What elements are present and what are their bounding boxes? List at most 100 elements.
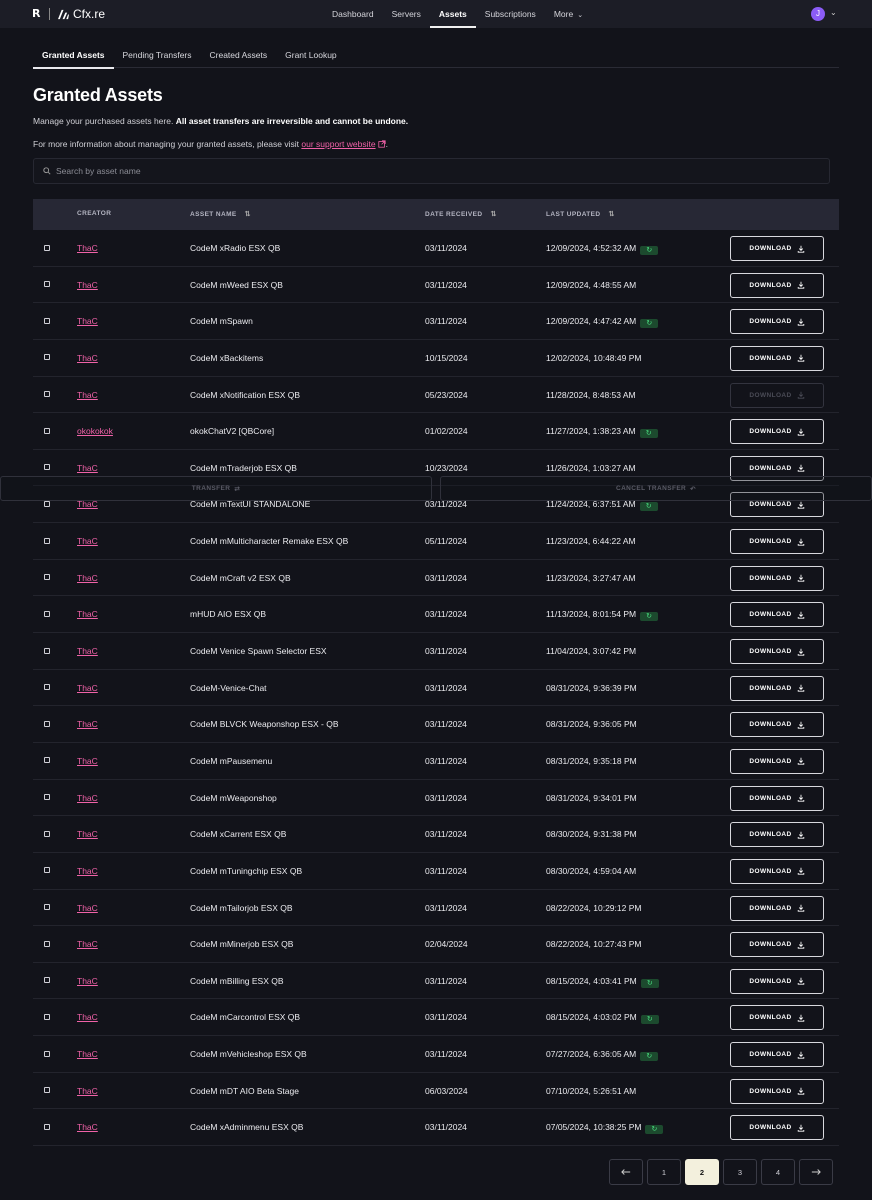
- creator-link[interactable]: ThaC: [77, 353, 98, 363]
- tab-pending-transfers[interactable]: Pending Transfers: [114, 44, 201, 68]
- page-2-button[interactable]: 2: [685, 1159, 719, 1185]
- tab-grant-lookup[interactable]: Grant Lookup: [276, 44, 346, 68]
- row-checkbox[interactable]: [44, 391, 50, 398]
- download-button[interactable]: DOWNLOAD: [730, 1078, 824, 1104]
- row-checkbox[interactable]: [44, 574, 50, 581]
- row-checkbox[interactable]: [44, 317, 50, 324]
- download-button[interactable]: DOWNLOAD: [730, 785, 824, 811]
- sort-icon[interactable]: ⇅: [609, 211, 615, 218]
- download-button[interactable]: DOWNLOAD: [730, 639, 824, 665]
- row-checkbox[interactable]: [44, 1013, 50, 1020]
- row-checkbox[interactable]: [44, 830, 50, 837]
- creator-link[interactable]: ThaC: [77, 646, 98, 656]
- creator-link[interactable]: ThaC: [77, 939, 98, 949]
- column-header-asset-name[interactable]: ASSET NAME ⇅: [190, 210, 251, 218]
- nav-dashboard[interactable]: Dashboard: [323, 0, 383, 28]
- row-checkbox[interactable]: [44, 940, 50, 947]
- creator-link[interactable]: ThaC: [77, 280, 98, 290]
- user-avatar[interactable]: J: [811, 7, 825, 21]
- support-website-link[interactable]: our support website: [301, 139, 375, 149]
- page-3-button[interactable]: 3: [723, 1159, 757, 1185]
- nav-more[interactable]: More ⌄: [545, 0, 592, 28]
- row-checkbox[interactable]: [44, 1087, 50, 1094]
- download-button[interactable]: DOWNLOAD: [730, 968, 824, 994]
- row-checkbox[interactable]: [44, 354, 50, 361]
- creator-link[interactable]: ThaC: [77, 316, 98, 326]
- download-button[interactable]: DOWNLOAD: [730, 309, 824, 335]
- sort-icon[interactable]: ⇅: [245, 211, 251, 218]
- creator-link[interactable]: ThaC: [77, 609, 98, 619]
- creator-link[interactable]: ThaC: [77, 573, 98, 583]
- download-button[interactable]: DOWNLOAD: [730, 272, 824, 298]
- row-checkbox[interactable]: [44, 281, 50, 288]
- creator-link[interactable]: ThaC: [77, 719, 98, 729]
- creator-link[interactable]: ThaC: [77, 829, 98, 839]
- row-checkbox[interactable]: [44, 464, 50, 471]
- creator-link[interactable]: ThaC: [77, 756, 98, 766]
- creator-link[interactable]: ThaC: [77, 976, 98, 986]
- column-header-last-updated[interactable]: LAST UPDATED ⇅: [546, 210, 615, 218]
- download-button[interactable]: DOWNLOAD: [730, 895, 824, 921]
- download-button[interactable]: DOWNLOAD: [730, 858, 824, 884]
- cfx-logo[interactable]: Cfx.re: [57, 7, 105, 21]
- row-checkbox[interactable]: [44, 720, 50, 727]
- creator-link[interactable]: ThaC: [77, 866, 98, 876]
- external-link-icon[interactable]: [377, 140, 386, 148]
- download-button[interactable]: DOWNLOAD: [730, 675, 824, 701]
- download-button[interactable]: DOWNLOAD: [730, 932, 824, 958]
- nav-servers[interactable]: Servers: [383, 0, 430, 28]
- creator-link[interactable]: ThaC: [77, 903, 98, 913]
- transfer-button[interactable]: TRANSFER ⇄: [0, 476, 432, 501]
- creator-link[interactable]: ThaC: [77, 390, 98, 400]
- page-1-button[interactable]: 1: [647, 1159, 681, 1185]
- download-button[interactable]: DOWNLOAD: [730, 565, 824, 591]
- download-button[interactable]: DOWNLOAD: [730, 1115, 824, 1141]
- row-checkbox[interactable]: [44, 244, 50, 251]
- creator-link[interactable]: ThaC: [77, 1049, 98, 1059]
- sort-icon[interactable]: ⇅: [490, 211, 496, 218]
- row-checkbox[interactable]: [44, 500, 50, 507]
- row-checkbox[interactable]: [44, 647, 50, 654]
- row-checkbox[interactable]: [44, 757, 50, 764]
- creator-link[interactable]: ThaC: [77, 536, 98, 546]
- tab-created-assets[interactable]: Created Assets: [201, 44, 277, 68]
- tab-granted-assets[interactable]: Granted Assets: [33, 44, 114, 69]
- download-button[interactable]: DOWNLOAD: [730, 1005, 824, 1031]
- creator-link[interactable]: ThaC: [77, 463, 98, 473]
- creator-link[interactable]: ThaC: [77, 793, 98, 803]
- download-button[interactable]: DOWNLOAD: [730, 529, 824, 555]
- row-checkbox[interactable]: [44, 684, 50, 691]
- creator-link[interactable]: ThaC: [77, 1012, 98, 1022]
- download-button[interactable]: DOWNLOAD: [730, 822, 824, 848]
- cancel-transfer-button[interactable]: CANCEL TRANSFER ↶: [440, 476, 872, 501]
- nav-subscriptions[interactable]: Subscriptions: [476, 0, 545, 28]
- nav-assets[interactable]: Assets: [429, 0, 476, 28]
- creator-link[interactable]: ThaC: [77, 1086, 98, 1096]
- download-button[interactable]: DOWNLOAD: [730, 1042, 824, 1068]
- row-checkbox[interactable]: [44, 794, 50, 801]
- chevron-down-icon[interactable]: ⌄: [830, 8, 837, 17]
- row-checkbox[interactable]: [44, 1123, 50, 1130]
- row-checkbox[interactable]: [44, 977, 50, 984]
- previous-page-button[interactable]: [609, 1159, 643, 1185]
- download-button[interactable]: DOWNLOAD: [730, 748, 824, 774]
- page-4-button[interactable]: 4: [761, 1159, 795, 1185]
- next-page-button[interactable]: [799, 1159, 833, 1185]
- rockstar-logo[interactable]: R: [32, 7, 40, 20]
- row-checkbox[interactable]: [44, 904, 50, 911]
- column-header-date-received[interactable]: DATE RECEIVED ⇅: [425, 210, 497, 218]
- creator-link[interactable]: ThaC: [77, 683, 98, 693]
- download-button[interactable]: DOWNLOAD: [730, 345, 824, 371]
- row-checkbox[interactable]: [44, 1050, 50, 1057]
- search-input[interactable]: [56, 166, 756, 176]
- download-button[interactable]: DOWNLOAD: [730, 419, 824, 445]
- creator-link[interactable]: okokokok: [77, 426, 113, 436]
- row-checkbox[interactable]: [44, 867, 50, 874]
- download-button[interactable]: DOWNLOAD: [730, 712, 824, 738]
- creator-link[interactable]: ThaC: [77, 1122, 98, 1132]
- download-button[interactable]: DOWNLOAD: [730, 602, 824, 628]
- row-checkbox[interactable]: [44, 427, 50, 434]
- row-checkbox[interactable]: [44, 537, 50, 544]
- download-button[interactable]: DOWNLOAD: [730, 236, 824, 261]
- row-checkbox[interactable]: [44, 610, 50, 617]
